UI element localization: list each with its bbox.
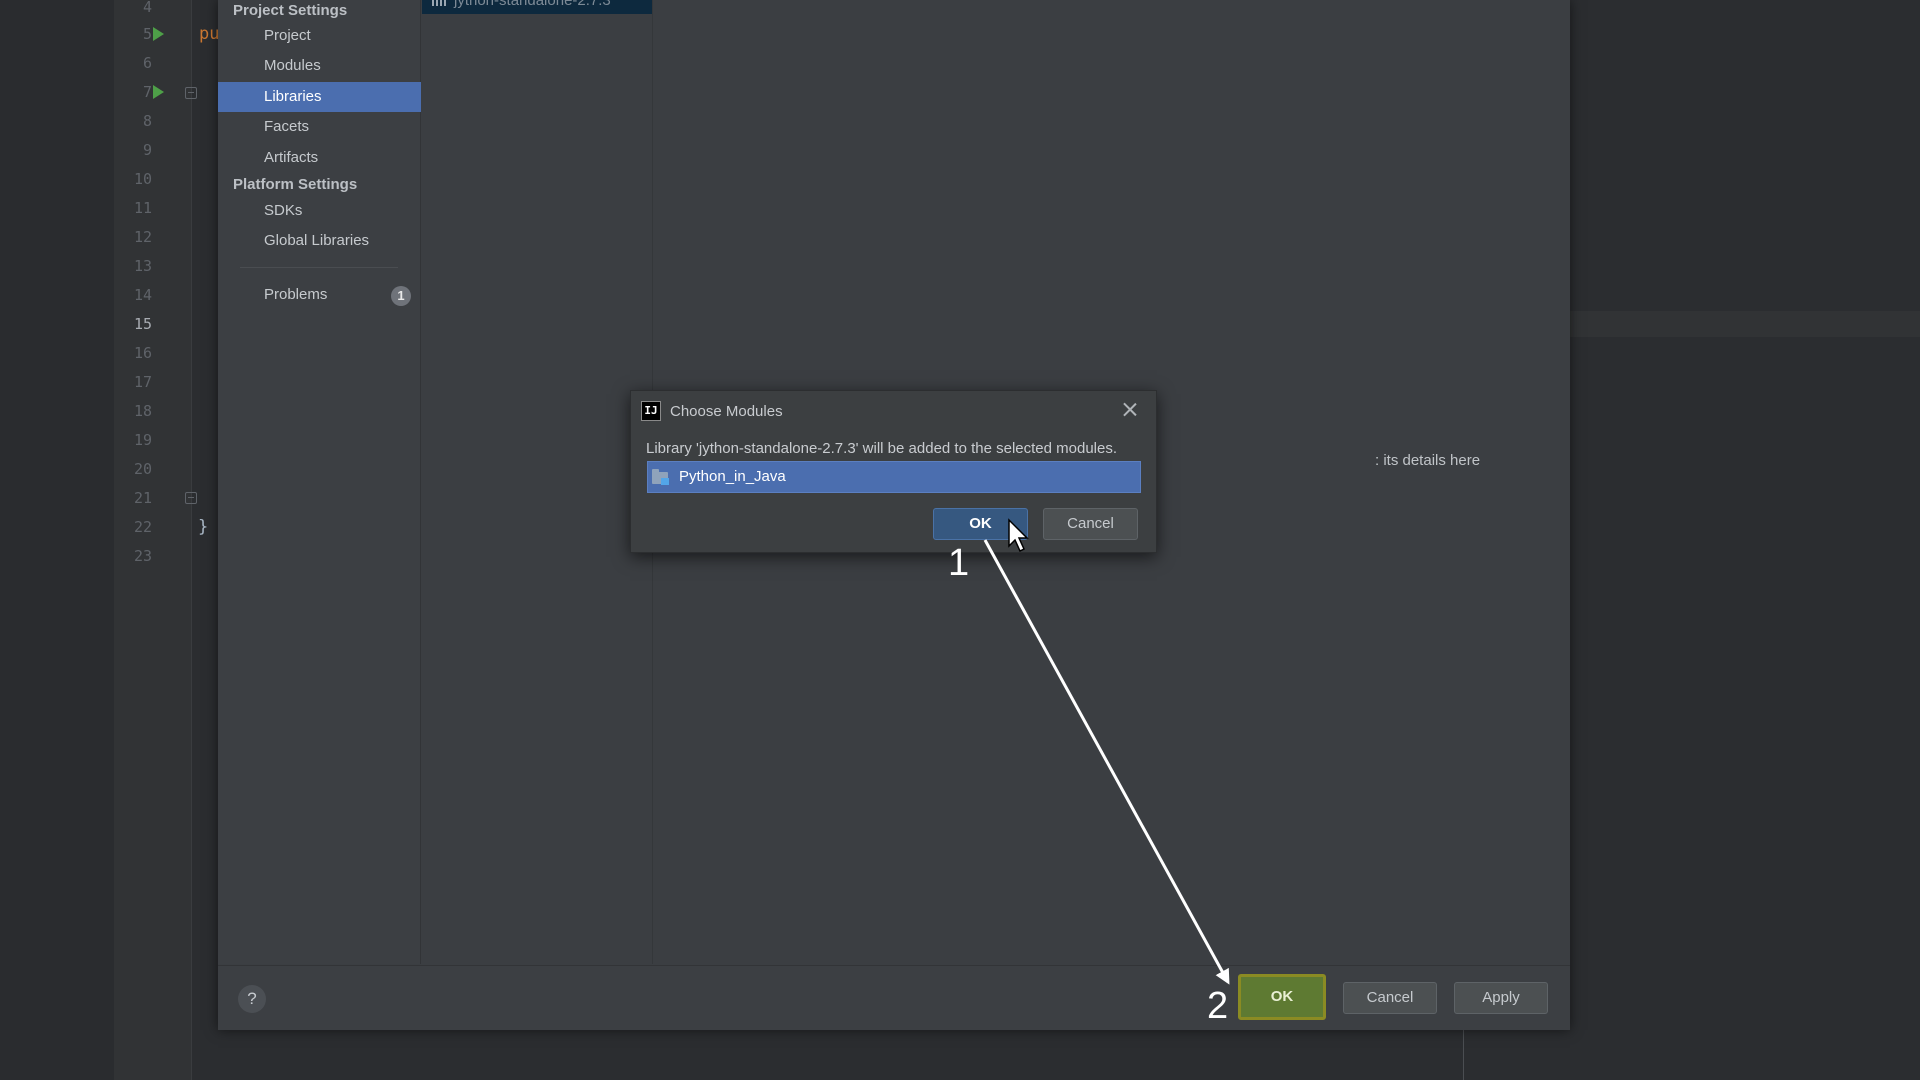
platform-settings-header: Platform Settings <box>233 176 358 193</box>
sidebar-separator <box>240 267 398 268</box>
sidebar-item-sdks[interactable]: SDKs <box>218 196 421 226</box>
module-label: Python_in_Java <box>679 468 786 485</box>
fold-icon[interactable] <box>185 492 197 504</box>
run-gutter-icon[interactable] <box>153 85 164 99</box>
sidebar-item-problems[interactable]: Problems 1 <box>218 280 421 310</box>
editor-divider <box>1463 1030 1464 1080</box>
step-2-label: 2 <box>1207 985 1229 1027</box>
sidebar-item-artifacts[interactable]: Artifacts <box>218 143 421 173</box>
line-number-active: 15 <box>133 315 152 333</box>
libraries-list-panel: jython-standalone-2.7.3 <box>422 0 653 964</box>
editor-gutter: 4 5 6 7 8 9 10 11 12 13 14 15 16 17 18 1… <box>114 0 192 1080</box>
library-item[interactable]: jython-standalone-2.7.3 <box>422 0 652 14</box>
line-number: 19 <box>133 431 152 449</box>
line-number: 5 <box>142 25 152 43</box>
project-settings-header: Project Settings <box>233 2 348 19</box>
settings-sidebar: Project Settings Project Modules Librari… <box>218 0 421 964</box>
line-number: 17 <box>133 373 152 391</box>
caret-line-highlight <box>1570 311 1920 337</box>
line-number: 11 <box>133 199 152 217</box>
mouse-cursor-icon <box>1008 518 1029 553</box>
dialog-title-bar: IJ Choose Modules <box>641 399 783 423</box>
sidebar-item-global-libraries[interactable]: Global Libraries <box>218 226 421 256</box>
editor-left-strip <box>0 0 114 1080</box>
sidebar-item-project[interactable]: Project <box>218 21 421 51</box>
step-1-label: 1 <box>948 542 970 584</box>
screen: 4 5 6 7 8 9 10 11 12 13 14 15 16 17 18 1… <box>0 0 1920 1080</box>
line-number: 14 <box>133 286 152 304</box>
dialog-message: Library 'jython-standalone-2.7.3' will b… <box>646 440 1118 457</box>
apply-button[interactable]: Apply <box>1454 982 1548 1014</box>
sidebar-item-libraries[interactable]: Libraries <box>218 82 421 112</box>
line-number: 21 <box>133 489 152 507</box>
dialog-footer: ? OK Cancel Apply <box>218 965 1570 1030</box>
intellij-logo-icon: IJ <box>641 401 661 421</box>
details-hint-text: : its details here <box>1375 452 1481 469</box>
sidebar-item-facets[interactable]: Facets <box>218 112 421 142</box>
line-number: 22 <box>133 518 152 536</box>
run-gutter-icon[interactable] <box>153 27 164 41</box>
choose-modules-dialog: IJ Choose Modules Library 'jython-standa… <box>630 390 1157 553</box>
line-number: 10 <box>133 170 152 188</box>
line-number: 12 <box>133 228 152 246</box>
ok-button[interactable]: OK <box>1238 974 1326 1020</box>
line-number: 23 <box>133 547 152 565</box>
line-number: 4 <box>142 0 152 16</box>
cancel-button[interactable]: Cancel <box>1343 982 1437 1014</box>
line-number: 16 <box>133 344 152 362</box>
line-number: 20 <box>133 460 152 478</box>
line-number: 13 <box>133 257 152 275</box>
library-item-label: jython-standalone-2.7.3 <box>454 0 611 9</box>
library-icon <box>432 0 450 8</box>
sidebar-item-modules[interactable]: Modules <box>218 51 421 81</box>
line-number: 6 <box>142 54 152 72</box>
line-number: 18 <box>133 402 152 420</box>
line-number: 8 <box>142 112 152 130</box>
dialog-title: Choose Modules <box>670 402 783 420</box>
code-brace: } <box>198 517 209 537</box>
problems-count-badge: 1 <box>391 286 411 306</box>
module-list-item[interactable]: Python_in_Java <box>647 461 1141 493</box>
code-keyword: pu <box>199 24 220 44</box>
problems-label: Problems <box>264 286 328 303</box>
editor-right-area <box>1570 0 1920 1080</box>
close-icon[interactable] <box>1120 400 1140 420</box>
fold-icon[interactable] <box>185 87 197 99</box>
line-number: 9 <box>142 141 152 159</box>
module-folder-icon <box>652 469 670 485</box>
line-number: 7 <box>142 83 152 101</box>
help-button[interactable]: ? <box>238 985 266 1013</box>
dialog-cancel-button[interactable]: Cancel <box>1043 508 1138 540</box>
